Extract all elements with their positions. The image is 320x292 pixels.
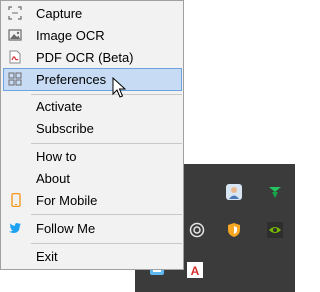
mouse-cursor-icon [112, 76, 127, 99]
menu-separator [31, 243, 182, 244]
twitter-icon [8, 221, 22, 235]
menu-item-for-mobile[interactable]: For Mobile [3, 190, 182, 211]
menu-item-capture[interactable]: Capture [3, 3, 182, 24]
mobile-icon [9, 193, 23, 207]
menu-item-pdf-ocr[interactable]: PDF OCR (Beta) [3, 47, 182, 68]
svg-text:A: A [191, 264, 200, 278]
app-gray-icon[interactable] [189, 222, 205, 238]
menu-item-activate[interactable]: Activate [3, 96, 182, 117]
app-green-icon[interactable] [267, 184, 283, 200]
menu-item-label: About [36, 171, 70, 186]
menu-item-about[interactable]: About [3, 168, 182, 189]
acrobat-icon[interactable]: A [187, 262, 203, 278]
menu-item-label: PDF OCR (Beta) [36, 50, 134, 65]
menu-item-label: Image OCR [36, 28, 105, 43]
menu-item-label: Follow Me [36, 221, 96, 236]
preferences-icon [8, 72, 22, 86]
menu-item-label: For Mobile [36, 193, 98, 208]
menu-item-label: How to [36, 149, 77, 164]
menu-item-label: Subscribe [36, 121, 94, 136]
menu-item-label: Exit [36, 249, 58, 264]
context-menu: Capture Image OCR PDF OCR (Beta) Prefere… [0, 0, 184, 270]
shield-icon[interactable] [226, 222, 242, 238]
menu-separator [31, 94, 182, 95]
menu-item-subscribe[interactable]: Subscribe [3, 118, 182, 139]
screen: A Capture Image OCR PDF OCR (Beta) Prefe… [0, 0, 295, 292]
menu-item-how-to[interactable]: How to [3, 146, 182, 167]
menu-item-exit[interactable]: Exit [3, 246, 182, 267]
image-icon [8, 28, 22, 42]
menu-item-image-ocr[interactable]: Image OCR [3, 25, 182, 46]
menu-item-label: Activate [36, 99, 83, 114]
menu-item-label: Preferences [36, 72, 107, 87]
nvidia-icon[interactable] [267, 222, 283, 238]
menu-item-label: Capture [36, 6, 83, 21]
capture-icon [8, 6, 22, 20]
menu-separator [31, 143, 182, 144]
pdf-icon [8, 50, 22, 64]
menu-item-preferences[interactable]: Preferences [3, 68, 182, 91]
menu-separator [31, 214, 182, 215]
user-avatar-icon[interactable] [226, 184, 242, 200]
menu-item-follow-me[interactable]: Follow Me [3, 218, 182, 239]
